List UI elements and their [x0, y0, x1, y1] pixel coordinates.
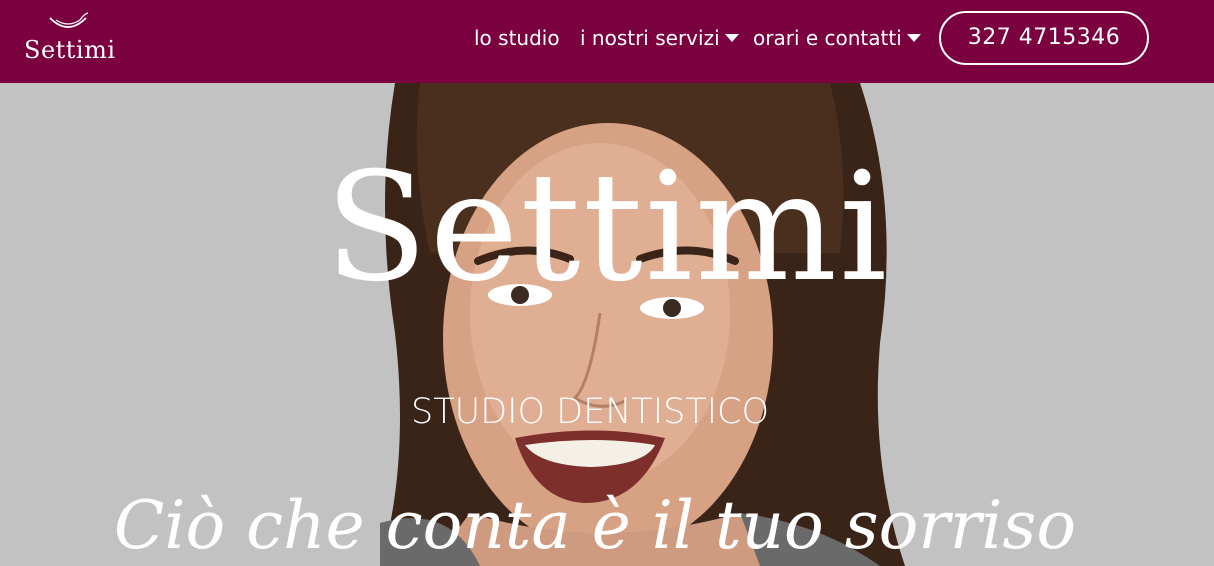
brand-name: Settimi [24, 36, 116, 64]
brand-logo[interactable]: Settimi [24, 12, 116, 68]
nav-item-label: lo studio [474, 26, 560, 50]
hero-section: Settimi STUDIO DENTISTICO Ciò che conta … [0, 83, 1214, 566]
phone-button[interactable]: 327 4715346 [939, 11, 1149, 65]
nav-item-label: orari e contatti [753, 26, 902, 50]
hero-title: Settimi [324, 141, 890, 315]
caret-down-icon [906, 34, 921, 42]
nav-item-servizi[interactable]: i nostri servizi [580, 24, 739, 52]
caret-down-icon [724, 34, 739, 42]
hero-tagline: Ciò che conta è il tuo sorriso [113, 487, 1077, 564]
top-navbar: Settimi lo studio i nostri servizi orari… [0, 0, 1214, 83]
nav-item-label: i nostri servizi [580, 26, 720, 50]
hero-subtitle: STUDIO DENTISTICO [410, 392, 769, 432]
nav-item-lo-studio[interactable]: lo studio [474, 24, 560, 52]
smile-icon [49, 12, 89, 28]
nav-item-orari-contatti[interactable]: orari e contatti [753, 24, 921, 52]
